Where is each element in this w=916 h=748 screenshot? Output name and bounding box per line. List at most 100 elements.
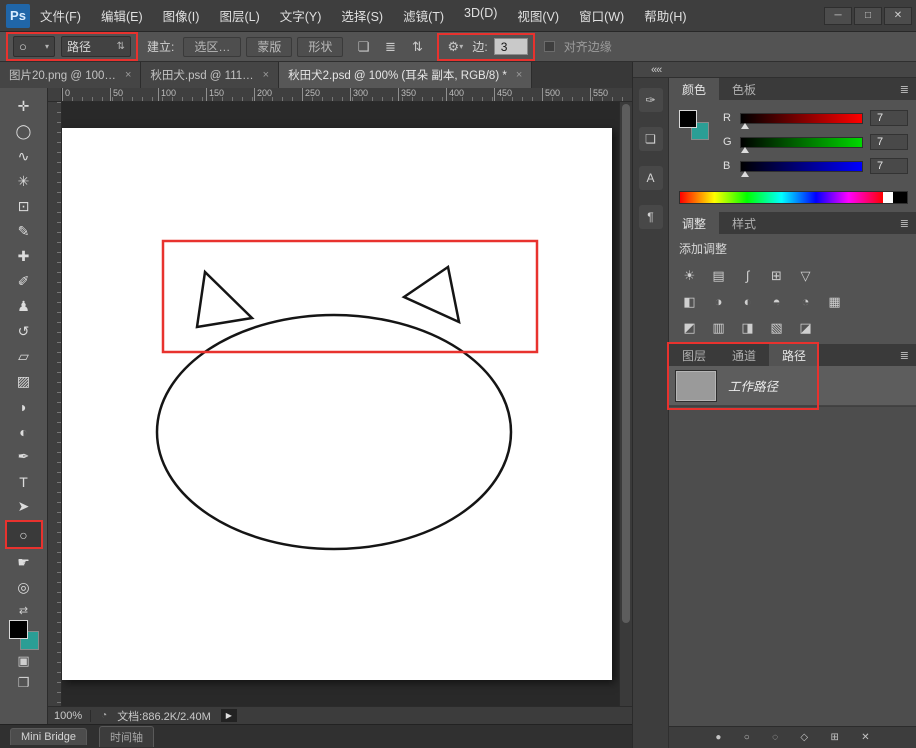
hue-saturation-icon[interactable]: ◧ — [677, 290, 702, 313]
gradient-tool[interactable]: ▨ — [7, 369, 41, 394]
scrollbar-thumb[interactable] — [622, 104, 630, 624]
screen-mode-button[interactable]: ❐ — [9, 672, 39, 694]
tab-styles[interactable]: 样式 — [719, 212, 769, 234]
slider-thumb[interactable] — [740, 170, 749, 177]
panel-menu-icon[interactable]: ≣ — [900, 78, 916, 100]
work-path-row[interactable]: 工作路径 — [669, 366, 916, 406]
menu-item[interactable]: 选择(S) — [341, 6, 383, 25]
close-button[interactable]: ✕ — [884, 6, 912, 25]
crop-tool[interactable]: ⊡ — [7, 194, 41, 219]
pen-tool[interactable]: ✒ — [7, 444, 41, 469]
menu-item[interactable]: 滤镜(T) — [403, 6, 444, 25]
collapse-panels-icon[interactable]: «« — [651, 64, 662, 76]
blur-tool[interactable]: ◗ — [7, 394, 41, 419]
blue-value-field[interactable]: 7 — [870, 158, 908, 174]
photo-filter-icon[interactable]: ◓ — [764, 290, 789, 313]
close-tab-icon[interactable]: × — [516, 69, 522, 81]
menu-item[interactable]: 图像(I) — [163, 6, 200, 25]
gradient-map-icon[interactable]: ▧ — [764, 316, 789, 339]
green-value-field[interactable]: 7 — [870, 134, 908, 150]
eraser-tool[interactable]: ▱ — [7, 344, 41, 369]
curves-icon[interactable]: ∫ — [735, 264, 760, 287]
brush-tool[interactable]: ✐ — [7, 269, 41, 294]
path-selection-tool[interactable]: ➤ — [7, 494, 41, 519]
slider-thumb[interactable] — [740, 122, 749, 129]
fill-path-icon[interactable]: ● — [715, 732, 721, 743]
panel-menu-icon[interactable]: ≣ — [900, 344, 916, 366]
zoom-level[interactable]: 100% — [54, 709, 92, 722]
vertical-scrollbar[interactable] — [619, 102, 632, 706]
elliptical-marquee-tool[interactable]: ◯ — [7, 119, 41, 144]
shape-tool-preset-dropdown[interactable]: ○ ▾ — [13, 36, 55, 57]
selective-color-icon[interactable]: ◪ — [793, 316, 818, 339]
new-path-icon[interactable]: ⊞ — [830, 732, 838, 743]
align-edges-checkbox[interactable] — [543, 41, 555, 52]
history-brush-tool[interactable]: ↺ — [7, 319, 41, 344]
threshold-icon[interactable]: ◨ — [735, 316, 760, 339]
color-balance-icon[interactable]: ◑ — [706, 290, 731, 313]
document-tab-2[interactable]: 秋田犬.psd @ 111… × — [141, 62, 280, 88]
status-preview-icon[interactable]: ◔ — [101, 710, 107, 721]
document-tab-3-active[interactable]: 秋田犬2.psd @ 100% (耳朵 副本, RGB/8) * × — [279, 62, 533, 88]
red-value-field[interactable]: 7 — [870, 110, 908, 126]
swap-colors-icon[interactable]: ⇄ — [19, 604, 28, 618]
color-lookup-icon[interactable]: ▦ — [822, 290, 847, 313]
color-spectrum-bar[interactable] — [679, 191, 908, 204]
path-operations-icon[interactable]: ❏ — [352, 37, 374, 57]
clone-source-panel-icon[interactable]: ❏ — [638, 127, 663, 151]
menu-item[interactable]: 图层(L) — [219, 6, 259, 25]
document-tab-1[interactable]: 图片20.png @ 100… × — [0, 62, 142, 88]
stroke-path-icon[interactable]: ○ — [744, 732, 750, 743]
spectrum-white[interactable] — [883, 192, 893, 203]
quick-mask-button[interactable]: ▣ — [9, 650, 39, 672]
invert-icon[interactable]: ◩ — [677, 316, 702, 339]
make-work-path-icon[interactable]: ◇ — [800, 732, 808, 743]
type-tool[interactable]: T — [7, 469, 41, 494]
paragraph-panel-icon[interactable]: ¶ — [638, 205, 663, 229]
minimize-button[interactable]: ─ — [824, 6, 852, 25]
exposure-icon[interactable]: ⊞ — [764, 264, 789, 287]
sides-input[interactable]: 3 — [493, 38, 528, 55]
tab-color[interactable]: 颜色 — [669, 78, 720, 100]
tab-channels[interactable]: 通道 — [719, 344, 769, 366]
menu-item[interactable]: 3D(D) — [464, 6, 497, 25]
status-expand-icon[interactable]: ▶ — [220, 709, 237, 722]
make-shape-button[interactable]: 形状 — [297, 36, 344, 57]
menu-item[interactable]: 文件(F) — [40, 6, 81, 25]
mini-bridge-button[interactable]: Mini Bridge — [10, 728, 88, 745]
menu-item[interactable]: 编辑(E) — [101, 6, 143, 25]
healing-brush-tool[interactable]: ✚ — [7, 244, 41, 269]
panel-color-swatches[interactable] — [679, 110, 709, 140]
tab-swatches[interactable]: 色板 — [719, 78, 769, 100]
brush-panel-icon[interactable]: ✑ — [638, 88, 663, 112]
posterize-icon[interactable]: ▥ — [706, 316, 731, 339]
ellipse-tool[interactable]: ○ — [6, 522, 41, 547]
move-tool[interactable]: ✛ — [7, 94, 41, 119]
eyedropper-tool[interactable]: ✎ — [7, 219, 41, 244]
menu-item[interactable]: 帮助(H) — [644, 6, 686, 25]
character-panel-icon[interactable]: A — [638, 166, 663, 190]
levels-icon[interactable]: ▤ — [706, 264, 731, 287]
brightness-contrast-icon[interactable]: ☀ — [677, 264, 702, 287]
tab-layers[interactable]: 图层 — [669, 344, 719, 366]
canvas[interactable] — [62, 128, 612, 680]
foreground-color-swatch[interactable] — [679, 110, 697, 128]
quick-selection-tool[interactable]: ✳ — [7, 169, 41, 194]
make-mask-button[interactable]: 蒙版 — [246, 36, 293, 57]
tab-paths[interactable]: 路径 — [769, 344, 820, 366]
green-slider[interactable] — [740, 136, 863, 153]
red-slider[interactable] — [740, 112, 863, 129]
lasso-tool[interactable]: ∿ — [7, 144, 41, 169]
delete-path-icon[interactable]: ✕ — [861, 732, 869, 743]
tab-adjustments[interactable]: 调整 — [669, 212, 720, 234]
menu-item[interactable]: 文字(Y) — [280, 6, 322, 25]
maximize-button[interactable]: □ — [854, 6, 882, 25]
hand-tool[interactable]: ☛ — [7, 550, 41, 575]
vibrance-icon[interactable]: ▽ — [793, 264, 818, 287]
path-arrange-icon[interactable]: ⇅ — [406, 37, 428, 57]
spectrum-gradient[interactable] — [680, 192, 883, 203]
black-white-icon[interactable]: ◐ — [735, 290, 760, 313]
make-selection-button[interactable]: 选区… — [183, 36, 242, 57]
spectrum-black[interactable] — [893, 192, 907, 203]
blue-slider[interactable] — [740, 160, 863, 177]
